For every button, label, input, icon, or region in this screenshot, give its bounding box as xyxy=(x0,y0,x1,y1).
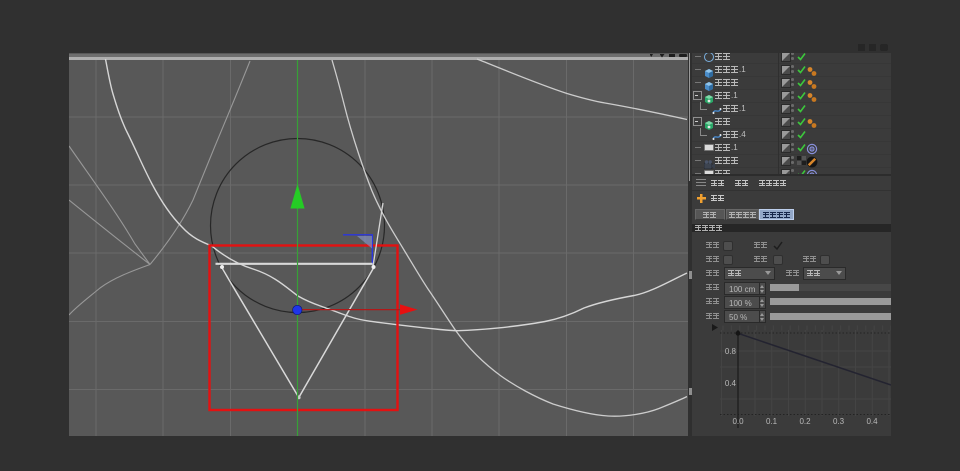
svg-text:0.0: 0.0 xyxy=(732,417,744,426)
svg-text:0.4: 0.4 xyxy=(725,379,737,388)
svg-text:0.4: 0.4 xyxy=(866,417,878,426)
svg-text:0.3: 0.3 xyxy=(833,417,845,426)
svg-text:0.1: 0.1 xyxy=(766,417,778,426)
svg-text:0.8: 0.8 xyxy=(725,347,737,356)
svg-text:0.2: 0.2 xyxy=(799,417,811,426)
